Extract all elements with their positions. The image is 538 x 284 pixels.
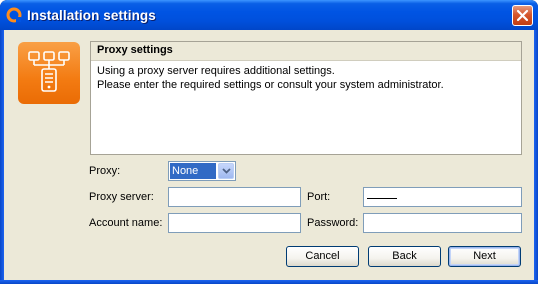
panel-description-line2: Please enter the required settings or co… xyxy=(97,79,444,91)
installation-settings-window: Installation settings Proxy settings Usi… xyxy=(0,0,538,284)
panel-header: Proxy settings xyxy=(91,42,521,61)
app-logo-icon xyxy=(6,7,22,23)
window-frame-bottom xyxy=(0,280,538,284)
proxy-select[interactable]: None xyxy=(168,161,236,181)
password-input[interactable] xyxy=(363,213,522,233)
title-bar[interactable]: Installation settings xyxy=(0,0,538,30)
back-button[interactable]: Back xyxy=(368,246,441,267)
chevron-down-icon xyxy=(222,168,231,174)
panel-title: Proxy settings xyxy=(97,44,173,56)
window-frame-right xyxy=(534,30,538,284)
proxy-server-input[interactable] xyxy=(168,187,301,207)
account-name-input[interactable] xyxy=(168,213,301,233)
close-button[interactable] xyxy=(512,5,533,26)
panel-description-line1: Using a proxy server requires additional… xyxy=(97,65,335,77)
port-input[interactable] xyxy=(363,187,522,207)
proxy-select-value: None xyxy=(170,163,216,179)
proxy-server-label: Proxy server: xyxy=(89,191,154,203)
info-panel: Proxy settings Using a proxy server requ… xyxy=(90,41,522,155)
proxy-select-dropdown-button[interactable] xyxy=(218,163,234,179)
password-label: Password: xyxy=(307,217,359,229)
account-name-label: Account name: xyxy=(89,217,163,229)
proxy-label: Proxy: xyxy=(89,165,121,177)
port-label: Port: xyxy=(307,191,331,203)
window-title: Installation settings xyxy=(27,8,156,23)
dialog-body: Proxy settings Using a proxy server requ… xyxy=(4,30,534,280)
next-button[interactable]: Next xyxy=(448,246,521,267)
port-input-caret xyxy=(367,198,397,199)
close-icon xyxy=(516,9,529,22)
cancel-button[interactable]: Cancel xyxy=(286,246,359,267)
network-proxy-icon xyxy=(18,42,80,104)
